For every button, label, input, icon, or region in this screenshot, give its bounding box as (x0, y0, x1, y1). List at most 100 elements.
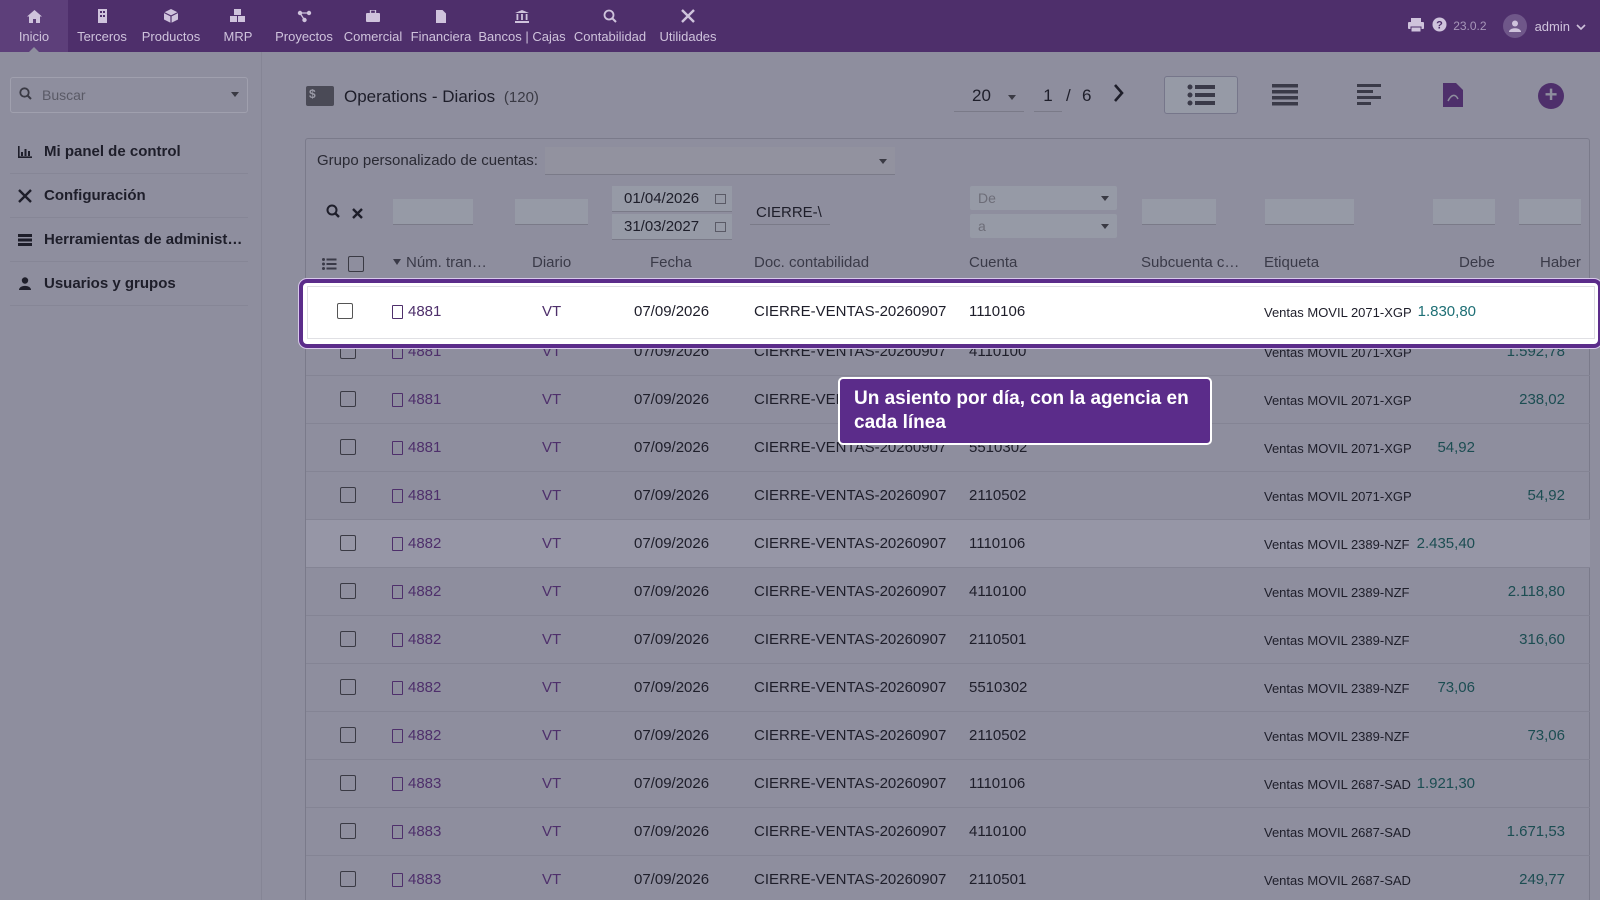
clear-filter-button[interactable] (352, 206, 363, 224)
row-checkbox[interactable] (340, 823, 356, 839)
row-checkbox[interactable] (340, 535, 356, 551)
row-ref-link[interactable]: 4882 (392, 679, 441, 696)
row-journal[interactable]: VT (542, 679, 561, 696)
filter-date-to[interactable]: 31/03/2027 (612, 214, 732, 240)
row-journal[interactable]: VT (542, 303, 561, 320)
menu-item-bancos-cajas[interactable]: Bancos | Cajas (474, 0, 570, 52)
row-ref-link[interactable]: 4883 (392, 775, 441, 792)
row-checkbox[interactable] (340, 439, 356, 455)
row-ref-link[interactable]: 4881 (392, 303, 441, 320)
menu-item-proyectos[interactable]: Proyectos (270, 0, 338, 52)
row-checkbox[interactable] (337, 303, 353, 319)
menu-item-inicio[interactable]: Inicio (0, 0, 68, 52)
row-ref-link[interactable]: 4882 (392, 535, 441, 552)
filter-journal-input[interactable] (515, 199, 588, 225)
header-ref[interactable]: Núm. tran… (393, 254, 487, 271)
menu-item-productos[interactable]: Productos (136, 0, 206, 52)
row-ref-link[interactable]: 4883 (392, 871, 441, 888)
sidebar-item-panel[interactable]: Mi panel de control (10, 130, 248, 174)
table-row[interactable]: 4882 VT 07/09/2026 CIERRE-VENTAS-20260907 55… (306, 664, 1590, 712)
menu-item-comercial[interactable]: Comercial (338, 0, 408, 52)
row-journal[interactable]: VT (542, 823, 561, 840)
row-journal[interactable]: VT (542, 775, 561, 792)
row-checkbox[interactable] (340, 631, 356, 647)
page-size-select[interactable]: 20 (954, 82, 1024, 112)
chevron-down-icon[interactable] (1576, 19, 1586, 34)
header-date[interactable]: Fecha (650, 254, 692, 271)
row-checkbox[interactable] (340, 679, 356, 695)
row-ref-link[interactable]: 4881 (392, 391, 441, 408)
table-row[interactable]: 4882 VT 07/09/2026 CIERRE-VENTAS-20260907 21… (306, 616, 1590, 664)
table-row[interactable]: 4883 VT 07/09/2026 CIERRE-VENTAS-20260907 21… (306, 856, 1590, 900)
table-row[interactable]: 4883 VT 07/09/2026 CIERRE-VENTAS-20260907 41… (306, 808, 1590, 856)
row-ref-link[interactable]: 4881 (392, 487, 441, 504)
header-label[interactable]: Etiqueta (1264, 254, 1319, 271)
menu-item-financiera[interactable]: Financiera (408, 0, 474, 52)
filter-account-to[interactable]: a (970, 214, 1117, 238)
filter-account-from[interactable]: De (970, 186, 1117, 210)
filter-ref-input[interactable] (393, 199, 473, 225)
row-checkbox[interactable] (340, 871, 356, 887)
row-journal[interactable]: VT (542, 391, 561, 408)
group-filter-select[interactable] (545, 147, 895, 175)
row-checkbox[interactable] (340, 583, 356, 599)
row-journal[interactable]: VT (542, 487, 561, 504)
row-ref-link[interactable]: 4882 (392, 727, 441, 744)
help-icon[interactable]: ? (1432, 17, 1447, 35)
sidebar-item-usuarios[interactable]: Usuarios y grupos (10, 262, 248, 306)
row-journal[interactable]: VT (542, 535, 561, 552)
calendar-icon[interactable] (715, 194, 726, 204)
highlighted-table-row[interactable]: 4881 VT 07/09/2026 CIERRE-VENTAS-2026090… (299, 279, 1600, 348)
list-view-button[interactable] (1164, 76, 1238, 114)
row-checkbox[interactable] (340, 487, 356, 503)
grouped-view-button[interactable] (1248, 76, 1322, 114)
table-row[interactable]: 4881 VT 07/09/2026 CIERRE-VENTAS-20260907 21… (306, 472, 1590, 520)
menu-item-utilidades[interactable]: Utilidades (650, 0, 726, 52)
header-doc[interactable]: Doc. contabilidad (754, 254, 869, 271)
add-button[interactable]: + (1538, 83, 1564, 109)
pdf-export-button[interactable] (1416, 76, 1490, 114)
header-debit[interactable]: Debe (1459, 254, 1495, 271)
next-page-button[interactable] (1112, 82, 1134, 110)
row-ref-link[interactable]: 4883 (392, 823, 441, 840)
menu-item-terceros[interactable]: Terceros (68, 0, 136, 52)
header-subaccount[interactable]: Subcuenta c… (1141, 254, 1239, 271)
summary-view-button[interactable] (1332, 76, 1406, 114)
row-ref-link[interactable]: 4881 (392, 439, 441, 456)
row-journal[interactable]: VT (542, 439, 561, 456)
calendar-icon[interactable] (715, 222, 726, 232)
table-row[interactable]: 4882 VT 07/09/2026 CIERRE-VENTAS-20260907 21… (306, 712, 1590, 760)
page-number-input[interactable]: 1 (1034, 82, 1062, 112)
sidebar-search[interactable]: Buscar (10, 77, 248, 113)
table-row[interactable]: 4882 VT 07/09/2026 CIERRE-VENTAS-20260907 11… (306, 520, 1590, 568)
search-filter-button[interactable] (326, 204, 340, 223)
header-journal[interactable]: Diario (532, 254, 571, 271)
header-account[interactable]: Cuenta (969, 254, 1017, 271)
filter-label-input[interactable] (1265, 199, 1354, 225)
row-checkbox[interactable] (340, 775, 356, 791)
row-journal[interactable]: VT (542, 583, 561, 600)
filter-subaccount-input[interactable] (1142, 199, 1216, 225)
table-row[interactable]: 4882 VT 07/09/2026 CIERRE-VENTAS-20260907 41… (306, 568, 1590, 616)
header-credit[interactable]: Haber (1540, 254, 1581, 271)
menu-item-mrp[interactable]: MRP (206, 0, 270, 52)
column-selector-icon[interactable] (322, 257, 337, 275)
filter-date-from[interactable]: 01/04/2026 (612, 186, 732, 212)
row-journal[interactable]: VT (542, 871, 561, 888)
row-journal[interactable]: VT (542, 631, 561, 648)
avatar[interactable] (1502, 14, 1527, 38)
table-row[interactable]: 4883 VT 07/09/2026 CIERRE-VENTAS-20260907 11… (306, 760, 1590, 808)
filter-credit-input[interactable] (1519, 199, 1581, 225)
row-ref-link[interactable]: 4882 (392, 631, 441, 648)
select-all-checkbox[interactable] (348, 256, 364, 272)
filter-debit-input[interactable] (1433, 199, 1495, 225)
print-icon[interactable] (1408, 17, 1425, 35)
row-checkbox[interactable] (340, 391, 356, 407)
menu-item-contabilidad[interactable]: Contabilidad (570, 0, 650, 52)
row-ref-link[interactable]: 4882 (392, 583, 441, 600)
row-journal[interactable]: VT (542, 727, 561, 744)
sidebar-item-herramientas[interactable]: Herramientas de administ… (10, 218, 248, 262)
sidebar-item-configuracion[interactable]: Configuración (10, 174, 248, 218)
filter-doc-input[interactable]: CIERRE-\ (750, 199, 830, 225)
user-name[interactable]: admin (1535, 19, 1570, 34)
